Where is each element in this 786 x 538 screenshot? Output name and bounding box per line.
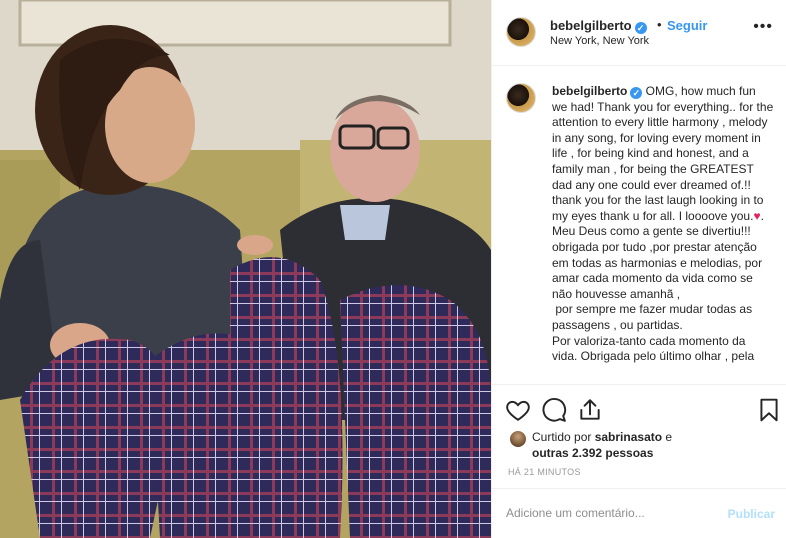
comment-input[interactable] (506, 503, 706, 523)
post-location[interactable]: New York, New York (550, 35, 649, 47)
post-panel: bebelgilberto ✓ • Seguir New York, New Yo… (491, 0, 786, 538)
like-heart-icon[interactable] (505, 397, 531, 423)
follow-button[interactable]: Seguir (667, 18, 707, 33)
others-likes-link[interactable]: outras 2.392 pessoas (532, 446, 653, 460)
post-timestamp[interactable]: HÁ 21 MINUTOS (508, 467, 581, 477)
author-username[interactable]: bebelgilberto ✓ (550, 18, 647, 34)
comment-icon[interactable] (541, 397, 567, 423)
likes-conjunction: e (662, 430, 673, 444)
liker-username[interactable]: sabrinasato (595, 430, 662, 444)
share-icon[interactable] (577, 397, 603, 423)
caption-author-avatar[interactable] (506, 83, 536, 113)
action-bar (492, 392, 786, 426)
comment-bar: Publicar (492, 488, 786, 538)
caption-body-1: OMG, how much fun we had! Thank you for … (552, 84, 777, 223)
author-avatar[interactable] (506, 17, 536, 47)
separator-dot: • (657, 17, 662, 32)
publish-button[interactable]: Publicar (728, 507, 775, 521)
post-photo[interactable] (0, 0, 491, 538)
username-text[interactable]: bebelgilberto (550, 18, 632, 33)
more-horizontal-icon[interactable]: ••• (753, 19, 773, 35)
save-bookmark-icon[interactable] (756, 397, 782, 423)
red-heart-icon: ♥ (753, 208, 761, 223)
verified-badge-icon: ✓ (630, 87, 643, 99)
caption-container: bebelgilberto ✓ OMG, how much fun we had!… (492, 67, 786, 385)
caption-username[interactable]: bebelgilberto ✓ (552, 84, 643, 99)
caption-username-text[interactable]: bebelgilberto (552, 84, 627, 98)
liker-avatar[interactable] (510, 431, 526, 447)
caption-body-2: . Meu Deus como a gente se divertiu!!! o… (552, 208, 764, 364)
post-header: bebelgilberto ✓ • Seguir New York, New Yo… (492, 0, 786, 66)
likes-prefix: Curtido por (532, 430, 595, 444)
likes-text: Curtido por sabrinasato e outras 2.392 p… (532, 429, 772, 461)
photo-illustration (0, 0, 491, 538)
caption-text: bebelgilberto ✓ OMG, how much fun we had!… (552, 84, 774, 365)
verified-badge-icon: ✓ (634, 22, 647, 34)
